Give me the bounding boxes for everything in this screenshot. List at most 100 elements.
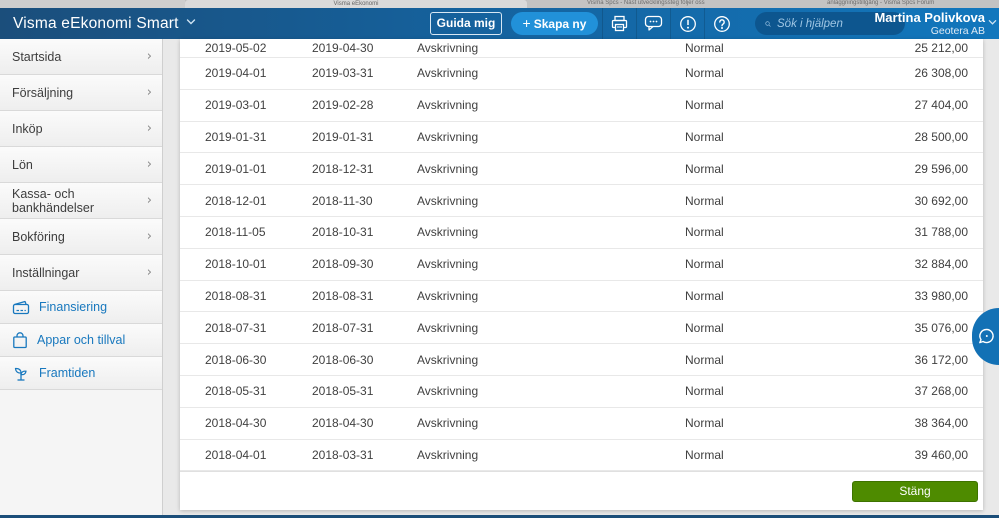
- sidebar-item-0[interactable]: Startsida ›: [0, 39, 162, 75]
- depreciation-dialog: 2019-05-02 2019-04-30 Avskrivning Normal…: [180, 39, 983, 510]
- cell-type: Avskrivning: [417, 41, 479, 55]
- cell-voucher-date: 2019-03-01: [205, 98, 267, 113]
- depreciation-table-body: 2019-05-02 2019-04-30 Avskrivning Normal…: [180, 39, 983, 472]
- shopping-bag-icon: [12, 331, 28, 349]
- browser-tab-title: Visma Spcs - Näst utvecklingssteg följer…: [587, 0, 705, 6]
- create-new-label: Skapa ny: [533, 17, 587, 31]
- cell-type: Avskrivning: [417, 320, 479, 335]
- cell-status: Normal: [685, 416, 724, 431]
- sidebar-secondary-group: Finansiering Appar och tillval Framtiden: [0, 291, 162, 390]
- table-row[interactable]: 2018-04-30 2018-04-30 Avskrivning Normal…: [180, 408, 983, 440]
- create-new-button[interactable]: + Skapa ny: [511, 12, 598, 35]
- browser-tab-partial[interactable]: [0, 0, 185, 8]
- cell-type: Avskrivning: [417, 352, 479, 367]
- cell-depreciation-date: 2019-03-31: [312, 66, 374, 81]
- chevron-down-icon[interactable]: [186, 17, 196, 27]
- sidebar-item-label: Finansiering: [39, 300, 108, 314]
- cell-depreciation-date: 2019-01-31: [312, 129, 374, 144]
- cell-depreciation-date: 2018-09-30: [312, 257, 374, 272]
- cell-type: Avskrivning: [417, 416, 479, 431]
- sidebar-item-label: Startsida: [12, 49, 62, 64]
- cell-amount: 30 692,00: [914, 193, 968, 208]
- table-row[interactable]: 2018-05-31 2018-05-31 Avskrivning Normal…: [180, 376, 983, 408]
- table-row[interactable]: 2019-04-01 2019-03-31 Avskrivning Normal…: [180, 58, 983, 90]
- sidebar-item-finansiering[interactable]: Finansiering: [0, 291, 162, 324]
- user-name: Martina Polivkova: [874, 10, 985, 25]
- cell-depreciation-date: 2018-12-31: [312, 161, 374, 176]
- cell-status: Normal: [685, 66, 724, 81]
- table-row[interactable]: 2018-07-31 2018-07-31 Avskrivning Normal…: [180, 312, 983, 345]
- exclamation-circle-icon: [679, 15, 696, 32]
- cell-depreciation-date: 2018-11-30: [312, 193, 373, 208]
- browser-tab-active[interactable]: Visma eEkonomi: [185, 0, 527, 8]
- chevron-right-icon: ›: [146, 157, 152, 172]
- app-header: Visma eEkonomi Smart Guida mig + Skapa ny: [0, 8, 999, 39]
- cell-voucher-date: 2019-05-02: [205, 41, 267, 55]
- browser-tab-group[interactable]: Visma Spcs - Näst utvecklingssteg följer…: [527, 0, 999, 8]
- sidebar-item-label: Lön: [12, 157, 33, 172]
- cell-amount: 38 364,00: [914, 416, 968, 431]
- sidebar-item-label: Kassa- och bankhändelser: [12, 186, 95, 215]
- printer-icon: [611, 15, 628, 32]
- cell-amount: 35 076,00: [914, 320, 968, 335]
- sidebar-item-2[interactable]: Inköp ›: [0, 111, 162, 147]
- browser-tab-title: anläggningstillgång - Visma Spcs Forum: [827, 0, 935, 6]
- sidebar-item-5[interactable]: Bokföring ›: [0, 219, 162, 255]
- cell-type: Avskrivning: [417, 225, 479, 240]
- cell-voucher-date: 2018-05-31: [205, 384, 267, 399]
- sidebar-item-appar-och-tillval[interactable]: Appar och tillval: [0, 324, 162, 357]
- chevron-right-icon: ›: [146, 265, 152, 280]
- table-row[interactable]: 2018-11-05 2018-10-31 Avskrivning Normal…: [180, 217, 983, 249]
- feedback-button[interactable]: [636, 8, 670, 39]
- table-row[interactable]: 2019-01-31 2019-01-31 Avskrivning Normal…: [180, 122, 983, 154]
- cell-depreciation-date: 2018-03-31: [312, 447, 374, 462]
- table-row[interactable]: 2019-01-01 2018-12-31 Avskrivning Normal…: [180, 153, 983, 186]
- cell-amount: 27 404,00: [914, 98, 968, 113]
- chevron-right-icon: ›: [146, 85, 152, 100]
- chevron-down-icon: [988, 20, 997, 25]
- cell-voucher-date: 2018-08-31: [205, 288, 267, 303]
- close-button[interactable]: Stäng: [852, 481, 978, 502]
- table-row[interactable]: 2019-03-01 2019-02-28 Avskrivning Normal…: [180, 90, 983, 122]
- cell-type: Avskrivning: [417, 66, 479, 81]
- sidebar-item-label: Appar och tillval: [37, 333, 126, 347]
- cell-type: Avskrivning: [417, 161, 479, 176]
- sidebar-item-4[interactable]: Kassa- och bankhändelser ›: [0, 183, 162, 219]
- app-title[interactable]: Visma eEkonomi Smart: [13, 15, 179, 33]
- sidebar-item-label: Framtiden: [39, 366, 96, 380]
- cell-voucher-date: 2018-07-31: [205, 320, 267, 335]
- chat-bubble-icon: [644, 15, 663, 31]
- cell-voucher-date: 2018-10-01: [205, 257, 267, 272]
- table-row[interactable]: 2018-10-01 2018-09-30 Avskrivning Normal…: [180, 249, 983, 281]
- table-row[interactable]: 2018-06-30 2018-06-30 Avskrivning Normal…: [180, 344, 983, 376]
- cell-amount: 37 268,00: [914, 384, 968, 399]
- plus-icon: +: [522, 15, 531, 31]
- cell-status: Normal: [685, 257, 724, 272]
- help-button[interactable]: [704, 8, 738, 39]
- user-menu[interactable]: Martina Polivkova Geotera AB: [874, 10, 997, 37]
- cell-type: Avskrivning: [417, 257, 479, 272]
- table-row[interactable]: 2018-12-01 2018-11-30 Avskrivning Normal…: [180, 185, 983, 217]
- cell-amount: 39 460,00: [914, 447, 968, 462]
- question-circle-icon: [713, 15, 730, 32]
- cell-depreciation-date: 2018-04-30: [312, 416, 374, 431]
- cell-amount: 28 500,00: [914, 129, 968, 144]
- sidebar-item-3[interactable]: Lön ›: [0, 147, 162, 183]
- table-row[interactable]: 2018-08-31 2018-08-31 Avskrivning Normal…: [180, 281, 983, 313]
- app-root: Visma eEkonomi Visma Spcs - Näst utveckl…: [0, 0, 999, 518]
- cell-voucher-date: 2018-12-01: [205, 193, 267, 208]
- cell-depreciation-date: 2018-05-31: [312, 384, 374, 399]
- notifications-button[interactable]: [670, 8, 704, 39]
- print-button[interactable]: [602, 8, 636, 39]
- sprout-icon: [12, 365, 30, 382]
- guide-me-button[interactable]: Guida mig: [430, 12, 502, 35]
- chevron-right-icon: ›: [146, 193, 152, 208]
- table-row[interactable]: 2019-05-02 2019-04-30 Avskrivning Normal…: [180, 39, 983, 58]
- cell-status: Normal: [685, 320, 724, 335]
- sidebar-item-framtiden[interactable]: Framtiden: [0, 357, 162, 390]
- cell-amount: 32 884,00: [914, 257, 968, 272]
- cell-status: Normal: [685, 193, 724, 208]
- sidebar-item-6[interactable]: Inställningar ›: [0, 255, 162, 291]
- sidebar-item-1[interactable]: Försäljning ›: [0, 75, 162, 111]
- table-row[interactable]: 2018-04-01 2018-03-31 Avskrivning Normal…: [180, 440, 983, 472]
